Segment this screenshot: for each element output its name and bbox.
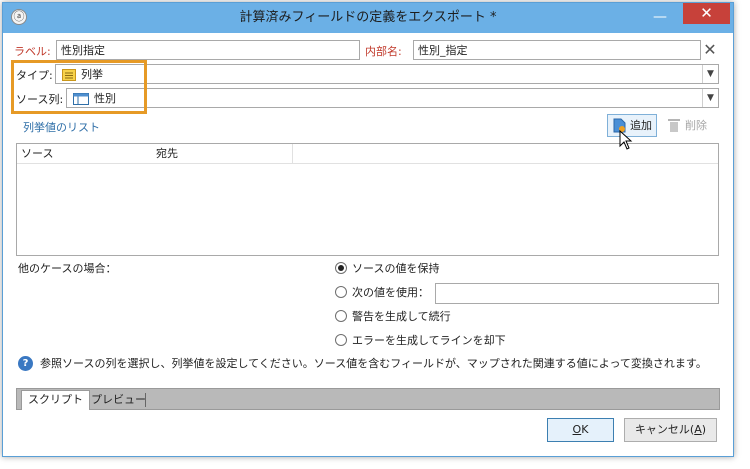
column-header-source[interactable]: ソース xyxy=(17,144,152,163)
delete-label: 削除 xyxy=(685,119,707,132)
chevron-down-icon[interactable]: ▼ xyxy=(702,65,718,83)
other-cases-caption: 他のケースの場合： xyxy=(18,262,117,275)
radio-use-value[interactable]: 次の値を使用： xyxy=(335,284,429,302)
title-bar: ⓐ 計算済みフィールドの定義をエクスポート * — ✕ xyxy=(3,3,733,33)
radio-button[interactable] xyxy=(335,334,347,346)
radio-label: ソースの値を保持 xyxy=(352,262,440,275)
tab-separator xyxy=(145,393,146,407)
type-dropdown[interactable]: 列挙 ▼ xyxy=(55,64,719,84)
cancel-access-key: A xyxy=(694,423,702,436)
close-button[interactable]: ✕ xyxy=(683,3,730,24)
export-calculated-field-dialog: ⓐ 計算済みフィールドの定義をエクスポート * — ✕ ラベル: 性別指定 内部… xyxy=(2,2,734,457)
radio-button[interactable] xyxy=(335,286,347,298)
enum-list-title: 列挙値のリスト xyxy=(23,121,100,134)
internal-name-input[interactable]: 性別_指定 xyxy=(413,40,701,60)
mouse-cursor-icon xyxy=(619,130,633,150)
radio-label: 次の値を使用： xyxy=(352,286,429,299)
enum-values-table[interactable]: ソース 宛先 xyxy=(16,143,719,256)
label-caption: ラベル: xyxy=(14,45,51,58)
add-label: 追加 xyxy=(630,119,652,132)
source-column-value: 性別 xyxy=(73,90,116,107)
type-caption: タイプ: xyxy=(16,69,53,82)
type-dropdown-value: 列挙 xyxy=(62,66,103,83)
delete-button[interactable]: 削除 xyxy=(665,114,717,137)
radio-error-reject[interactable]: エラーを生成してラインを却下 xyxy=(335,332,506,350)
radio-button[interactable] xyxy=(335,262,347,274)
minimize-button[interactable]: — xyxy=(648,10,672,26)
label-input[interactable]: 性別指定 xyxy=(56,40,360,60)
column-header-destination[interactable]: 宛先 xyxy=(152,144,292,163)
table-header: ソース 宛先 xyxy=(17,144,718,164)
internal-name-caption: 内部名: xyxy=(365,45,402,58)
radio-keep-source[interactable]: ソースの値を保持 xyxy=(335,260,439,278)
source-column-dropdown[interactable]: 性別 ▼ xyxy=(66,88,719,108)
source-column-text: 性別 xyxy=(94,92,116,105)
radio-label: 警告を生成して続行 xyxy=(352,310,451,323)
cancel-label-prefix: キャンセル( xyxy=(634,423,695,436)
use-value-input[interactable] xyxy=(435,283,719,304)
tab-preview[interactable]: プレビュー xyxy=(85,391,152,409)
editor-tab-bar: スクリプト プレビュー xyxy=(16,388,720,410)
chevron-down-icon[interactable]: ▼ xyxy=(702,89,718,107)
cancel-button[interactable]: キャンセル(A) xyxy=(624,418,717,442)
radio-button[interactable] xyxy=(335,310,347,322)
source-column-caption: ソース列: xyxy=(16,93,64,106)
enum-list-icon xyxy=(62,69,76,81)
column-icon xyxy=(73,93,89,105)
radio-label: エラーを生成してラインを却下 xyxy=(352,334,506,347)
cancel-label-suffix: ) xyxy=(701,423,707,436)
help-text: 参照ソースの列を選択し、列挙値を設定してください。ソース値を含むフィールドが、マ… xyxy=(40,357,707,370)
clear-icon[interactable]: ✕ xyxy=(701,40,719,60)
dialog-title: 計算済みフィールドの定義をエクスポート * xyxy=(239,10,497,25)
ok-button[interactable]: OK xyxy=(547,418,614,442)
radio-warn-continue[interactable]: 警告を生成して続行 xyxy=(335,308,451,326)
ok-label-rest: K xyxy=(581,423,589,436)
trash-icon xyxy=(668,119,680,132)
help-icon: ? xyxy=(18,356,33,371)
type-value-text: 列挙 xyxy=(81,68,103,81)
tab-script[interactable]: スクリプト xyxy=(21,390,90,410)
column-divider xyxy=(292,144,293,163)
ok-access-key: O xyxy=(572,423,582,436)
